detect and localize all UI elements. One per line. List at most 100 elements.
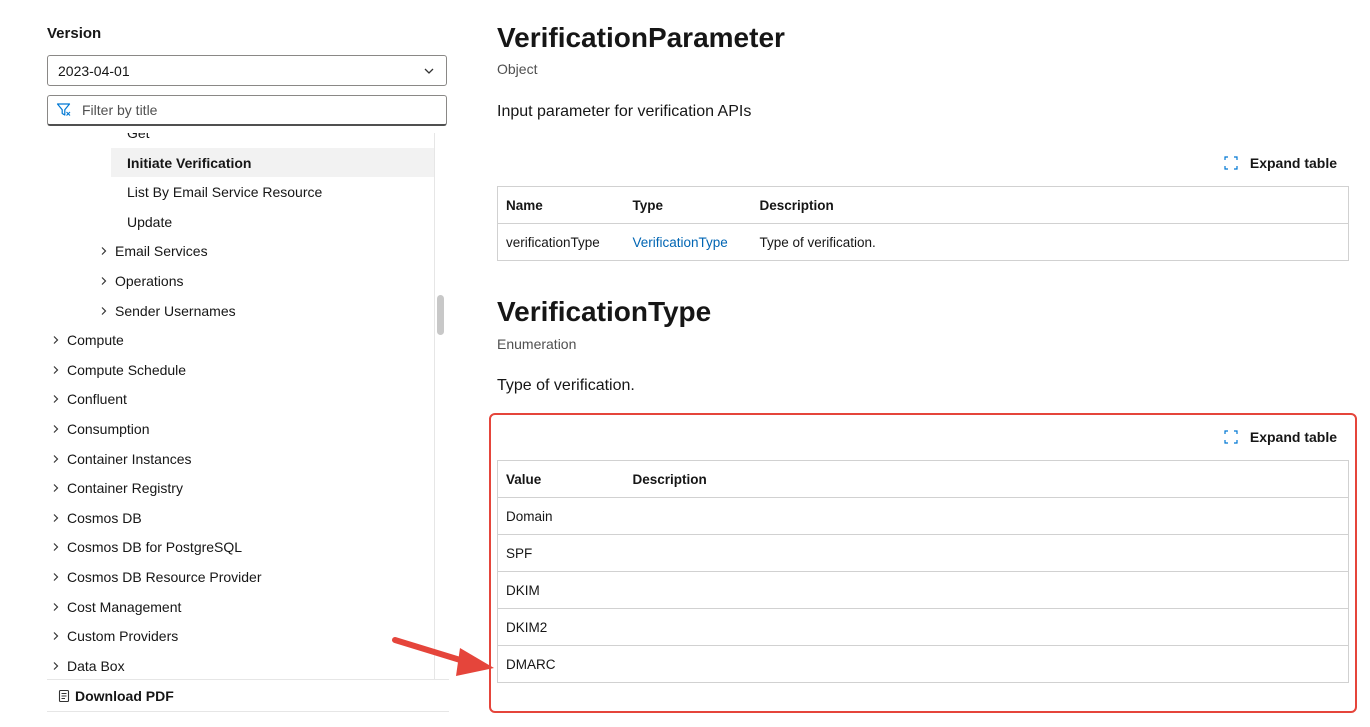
expand-icon (1224, 430, 1238, 444)
chevron-right-icon (101, 276, 107, 285)
sidebar-item[interactable]: Initiate Verification (111, 148, 434, 177)
document-icon (58, 689, 70, 702)
sidebar-item[interactable]: Cosmos DB Resource Provider (51, 562, 262, 591)
cell-value: DKIM2 (497, 608, 625, 646)
table-row: verificationType VerificationType Type o… (497, 223, 1349, 261)
sidebar-item[interactable]: Operations (99, 266, 183, 295)
chevron-right-icon (101, 306, 107, 315)
section-title-verification-parameter: VerificationParameter (497, 22, 785, 53)
sidebar-item-label: Initiate Verification (127, 154, 252, 171)
sidebar-item[interactable]: Cost Management (51, 592, 181, 621)
sidebar-item[interactable]: Custom Providers (51, 621, 178, 650)
chevron-right-icon (101, 246, 107, 255)
sidebar-item[interactable]: Email Services (99, 236, 208, 265)
section-kind-object: Object (497, 61, 538, 77)
table-row: SPF (497, 534, 1349, 572)
sidebar-item-label: Container Registry (67, 479, 183, 496)
sidebar-item-label: Consumption (67, 420, 150, 437)
section-description: Input parameter for verification APIs (497, 103, 752, 120)
cell-description (624, 497, 1349, 535)
cell-description (624, 571, 1349, 609)
chevron-right-icon (53, 542, 59, 551)
column-header: Value (497, 460, 625, 498)
scrollbar-track[interactable] (434, 133, 447, 679)
parameter-table: Name Type Description verificationType V… (497, 186, 1349, 261)
enum-table: Value Description Domain SPF DKIM DKIM2 DMAR… (497, 460, 1349, 683)
chevron-right-icon (53, 631, 59, 640)
section-title-verification-type: VerificationType (497, 296, 712, 327)
sidebar-item-label: Operations (115, 272, 184, 289)
expand-table-label: Expand table (1249, 429, 1337, 445)
filter-input[interactable] (80, 101, 424, 119)
cell-description (624, 645, 1349, 683)
download-pdf-button[interactable]: Download PDF (47, 679, 449, 712)
sidebar-item-label: Cosmos DB Resource Provider (67, 568, 262, 585)
sidebar-item[interactable]: List By Email Service Resource (127, 177, 322, 206)
table-row: DKIM2 (497, 608, 1349, 646)
chevron-right-icon (53, 394, 59, 403)
sidebar-item-label: Confluent (67, 390, 127, 407)
sidebar-item-label: Get (127, 133, 150, 141)
chevron-right-icon (53, 661, 59, 670)
sidebar-item[interactable]: Container Instances (51, 444, 192, 473)
sidebar-item[interactable]: Sender Usernames (99, 296, 236, 325)
sidebar-item[interactable]: Compute Schedule (51, 355, 186, 384)
sidebar-item-label: Compute Schedule (67, 361, 187, 378)
table-row: DKIM (497, 571, 1349, 609)
table-row: DMARC (497, 645, 1349, 683)
sidebar-item-label: Cost Management (67, 598, 182, 615)
sidebar-item-label: Update (127, 213, 173, 230)
cell-value: DMARC (497, 645, 625, 683)
download-pdf-label: Download PDF (75, 687, 174, 704)
chevron-right-icon (53, 424, 59, 433)
table-row: Domain (497, 497, 1349, 535)
expand-table-button[interactable]: Expand table (1224, 155, 1337, 171)
chevron-right-icon (53, 483, 59, 492)
sidebar-item[interactable]: Cosmos DB for PostgreSQL (51, 532, 242, 561)
sidebar: Version 2023-04-01 Get Initiate Verificat… (47, 0, 449, 727)
cell-description: Type of verification. (751, 223, 1349, 261)
cell-type: VerificationType (624, 223, 752, 261)
version-select[interactable]: 2023-04-01 (47, 55, 447, 86)
verification-type-link[interactable]: VerificationType (633, 235, 728, 250)
sidebar-item-label: Data Box (67, 657, 125, 674)
section-kind-enumeration: Enumeration (497, 336, 577, 352)
sidebar-item-label: Compute (67, 331, 124, 348)
version-label: Version (47, 25, 102, 42)
table-header-row: Value Description (497, 460, 1349, 498)
sidebar-item[interactable]: Compute (51, 325, 124, 354)
chevron-right-icon (53, 602, 59, 611)
sidebar-item-label: Cosmos DB for PostgreSQL (67, 538, 243, 555)
sidebar-item-label: Container Instances (67, 450, 192, 467)
chevron-right-icon (53, 454, 59, 463)
filter-icon (56, 103, 71, 116)
sidebar-item-label: Sender Usernames (115, 302, 236, 319)
scrollbar-thumb[interactable] (437, 295, 444, 335)
sidebar-item-label: Email Services (115, 242, 208, 259)
column-header: Description (624, 460, 1349, 498)
sidebar-item[interactable]: Consumption (51, 414, 150, 443)
sidebar-item[interactable]: Confluent (51, 384, 127, 413)
sidebar-item[interactable]: Cosmos DB (51, 503, 142, 532)
sidebar-item[interactable]: Get (127, 133, 150, 147)
filter-box[interactable] (47, 95, 447, 126)
cell-name: verificationType (497, 223, 625, 261)
chevron-down-icon (424, 68, 434, 74)
sidebar-item[interactable]: Update (127, 207, 172, 236)
cell-value: SPF (497, 534, 625, 572)
cell-value: Domain (497, 497, 625, 535)
cell-value: DKIM (497, 571, 625, 609)
sidebar-item-label: List By Email Service Resource (127, 183, 323, 200)
chevron-right-icon (53, 513, 59, 522)
sidebar-item[interactable]: Container Registry (51, 473, 183, 502)
table-header-row: Name Type Description (497, 186, 1349, 224)
sidebar-item[interactable]: Data Box (51, 651, 125, 679)
sidebar-item-label: Cosmos DB (67, 509, 142, 526)
chevron-right-icon (53, 335, 59, 344)
cell-description (624, 608, 1349, 646)
section-description: Type of verification. (497, 377, 635, 394)
chevron-right-icon (53, 572, 59, 581)
cell-description (624, 534, 1349, 572)
expand-table-button[interactable]: Expand table (1224, 429, 1337, 445)
expand-table-label: Expand table (1249, 155, 1337, 171)
